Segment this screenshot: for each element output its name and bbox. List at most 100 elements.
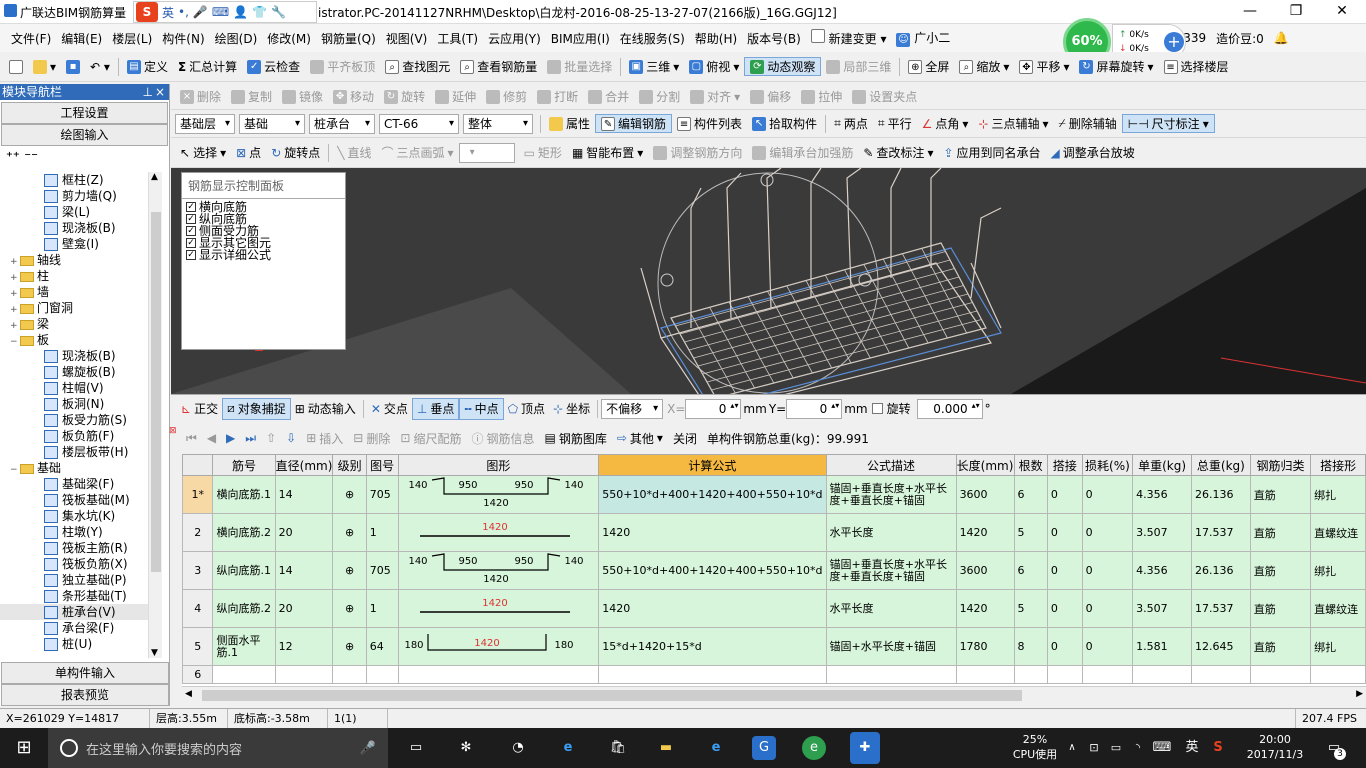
empty-cell[interactable] [1310, 665, 1366, 684]
tray-up-icon[interactable]: ∧ [1060, 736, 1084, 760]
ime-keyboard-icon[interactable]: ⌨ [1150, 736, 1174, 760]
wifi-icon[interactable]: ◝ [1126, 736, 1150, 760]
keyboard-icon[interactable]: ⌨ [212, 5, 229, 19]
cell-loss[interactable]: 0 [1081, 551, 1134, 590]
tree-item[interactable]: 剪力墙(Q) [0, 188, 148, 204]
table-row[interactable]: 1* 横向底筋.1 14 ⊕ 705 140 950 1420 950 140 550+10*d+4… [182, 475, 1366, 514]
empty-cell[interactable] [1190, 665, 1251, 684]
stretch-button[interactable]: 拉伸 [796, 88, 847, 105]
single-component-input-button[interactable]: 单构件输入 [1, 662, 169, 684]
clock[interactable]: 20:00 2017/11/3 [1240, 732, 1310, 762]
rotate-point-button[interactable]: ↻ 旋转点 [266, 144, 325, 161]
glodon-g-icon[interactable]: G [752, 736, 776, 760]
other-button[interactable]: ⇨ 其他 ▾ [612, 430, 668, 447]
select-floor-button[interactable]: ≡ 选择楼层 [1159, 58, 1234, 75]
close-grid-icon[interactable]: ⊠ [169, 426, 177, 436]
arc-option-select[interactable] [458, 142, 515, 163]
three-point-arc-button[interactable]: ⌒ 三点画弧 ▾ [377, 144, 459, 161]
point-button[interactable]: ⊠ 点 [231, 144, 266, 161]
sogou-logo-icon[interactable]: S [136, 2, 158, 22]
cell-grade[interactable]: ⊕ [332, 627, 367, 666]
mirror-button[interactable]: 镜像 [277, 88, 328, 105]
rotate-button[interactable]: ↻ 旋转 [379, 88, 430, 105]
taskbar-search[interactable]: 在这里输入你要搜索的内容 🎤 [48, 728, 388, 768]
tree-item[interactable]: 桩(U) [0, 636, 148, 652]
tree-item[interactable]: 板洞(N) [0, 396, 148, 412]
menu-component[interactable]: 构件(N) [157, 30, 209, 47]
view-rebar-qty-button[interactable]: ⌕ 查看钢筋量 [455, 58, 542, 75]
extend-button[interactable]: 延伸 [430, 88, 481, 105]
pin-icon[interactable]: ⊥ [143, 84, 153, 100]
cell-formula[interactable]: 15*d+1420+15*d [598, 627, 827, 666]
column-header[interactable]: 钢筋归类 [1249, 454, 1312, 476]
open-icon[interactable]: ▾ [28, 59, 61, 74]
merge-button[interactable]: 合并 [583, 88, 634, 105]
tree-item[interactable]: + 墙 [0, 284, 148, 300]
ortho-button[interactable]: ⊾ 正交 [177, 398, 222, 420]
cell-count[interactable]: 5 [1013, 513, 1048, 552]
cell-name[interactable]: 横向底筋.2 [212, 513, 276, 552]
empty-cell[interactable] [397, 665, 600, 684]
cell-desc[interactable]: 水平长度 [825, 589, 957, 628]
cell-uw[interactable]: 3.507 [1132, 589, 1192, 628]
column-header[interactable]: 损耗(%) [1081, 454, 1134, 476]
empty-cell[interactable] [365, 665, 399, 684]
column-header[interactable]: 搭接 [1046, 454, 1083, 476]
cell-len[interactable]: 3600 [955, 551, 1015, 590]
rebar-info-button[interactable]: ⓘ 钢筋信息 [466, 430, 539, 447]
prev-record-icon[interactable]: ◀ [202, 431, 221, 445]
microphone-icon[interactable]: 🎤 [193, 5, 208, 19]
copy-button[interactable]: 复制 [226, 88, 277, 105]
rotate-input[interactable]: 0.000 [916, 398, 983, 419]
cell-cls[interactable]: 直筋 [1249, 589, 1312, 628]
file-explorer-icon[interactable]: ▬ [654, 736, 678, 760]
ime-lang-indicator[interactable]: 英 [1180, 736, 1204, 760]
column-header[interactable]: 级别 [332, 454, 367, 476]
empty-cell[interactable] [212, 665, 276, 684]
cell-tw[interactable]: 17.537 [1190, 513, 1251, 552]
column-header[interactable]: 图号 [365, 454, 399, 476]
tree-item[interactable]: 螺旋板(B) [0, 364, 148, 380]
glodon-green-icon[interactable]: e [802, 736, 826, 760]
menu-online[interactable]: 在线服务(S) [615, 30, 690, 47]
point-angle-button[interactable]: ∠ 点角 ▾ [917, 115, 974, 132]
close-button-grid[interactable]: 关闭 [668, 430, 702, 447]
punctuation-icon[interactable]: •, [178, 5, 189, 19]
task-view-icon[interactable]: ▭ [404, 736, 428, 760]
y-input[interactable]: 0 [786, 398, 843, 419]
menu-assistant[interactable]: ☺ 广小二 [891, 29, 955, 47]
cell-len[interactable]: 1420 [955, 589, 1015, 628]
cell-grade[interactable]: ⊕ [332, 589, 367, 628]
tree-item[interactable]: 梁(L) [0, 204, 148, 220]
move-down-icon[interactable]: ⇩ [281, 431, 301, 445]
two-points-button[interactable]: ⌗ 两点 [829, 115, 873, 132]
row-number[interactable]: 1* [182, 475, 214, 514]
dimension-button[interactable]: ⊢⊣ 尺寸标注 ▾ [1121, 114, 1215, 133]
cell-lapt[interactable]: 绑扎 [1310, 551, 1366, 590]
apply-same-name-button[interactable]: ⇪ 应用到同名承台 [938, 144, 1045, 161]
cell-loss[interactable]: 0 [1081, 627, 1134, 666]
menu-file[interactable]: 文件(F) [6, 30, 56, 47]
table-row[interactable]: 4 纵向底筋.2 20 ⊕ 1 1420 1420 水平长度 1420 5 0 0 3.507 17.53… [182, 589, 1366, 628]
cell-lap[interactable]: 0 [1046, 627, 1083, 666]
tree-item[interactable]: 楼层板带(H) [0, 444, 148, 460]
skin-icon[interactable]: 👕 [252, 5, 267, 19]
cell-grade[interactable]: ⊕ [332, 475, 367, 514]
cell-lapt[interactable]: 绑扎 [1310, 475, 1366, 514]
tree-item[interactable]: 框柱(Z) [0, 172, 148, 188]
tree-item[interactable]: 壁龛(I) [0, 236, 148, 252]
cell-uw[interactable]: 1.581 [1132, 627, 1192, 666]
drawing-canvas[interactable]: 钢筋显示控制面板 ✓ 横向底筋 ✓ 纵向底筋 ✓ 侧面受力筋 ✓ 显示其它图元 ✓ 显示详… [171, 168, 1366, 394]
menu-rebar-qty[interactable]: 钢筋量(Q) [316, 30, 381, 47]
app-fan-icon[interactable]: ✻ [454, 736, 478, 760]
column-header[interactable]: 图形 [397, 454, 600, 476]
cell-name[interactable]: 纵向底筋.2 [212, 589, 276, 628]
pick-component-button[interactable]: ↖ 拾取构件 [747, 115, 822, 132]
notification-icon[interactable]: 🔔 [1269, 31, 1294, 45]
column-header[interactable]: 直径(mm) [274, 454, 334, 476]
tree-item[interactable]: + 轴线 [0, 252, 148, 268]
rebar-3d-view[interactable] [171, 168, 1366, 394]
column-header[interactable]: 总重(kg) [1190, 454, 1251, 476]
cell-fig[interactable]: 705 [365, 475, 399, 514]
row-number[interactable]: 4 [182, 589, 214, 628]
